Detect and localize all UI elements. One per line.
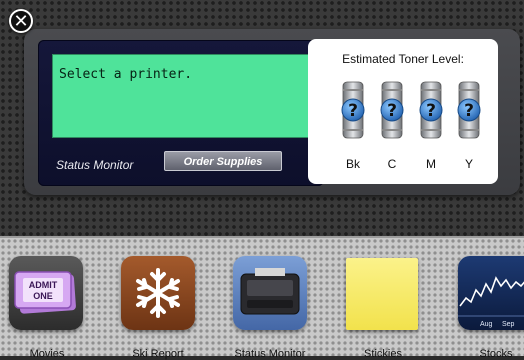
admit-one-ticket-icon: ADMIT ONE <box>9 256 83 330</box>
close-icon[interactable]: ✕ <box>9 9 33 33</box>
stock-chart-icon: Aug Sep <box>458 256 524 330</box>
dock-label: Movies <box>29 348 65 360</box>
toner-cartridge-m-icon: ? <box>419 81 443 139</box>
toner-level-text: ? <box>348 101 358 121</box>
svg-text:Sep: Sep <box>502 321 515 328</box>
widget-dock: ADMIT ONE Movies Ski Report Status Monit… <box>0 236 524 360</box>
toner-cartridge-c-icon: ? <box>380 81 404 139</box>
toner-level-text: ? <box>426 101 436 121</box>
dock-item-status-monitor[interactable]: Status Monitor <box>220 252 320 360</box>
toner-label-bk: Bk <box>345 157 360 171</box>
dock-label: Status Monitor <box>234 348 306 360</box>
snowflake-icon <box>121 256 195 330</box>
printer-status-widget: Select a printer. Status Monitor Order S… <box>24 29 520 195</box>
toner-label-c: C <box>387 157 397 171</box>
dock-label: Stickies <box>364 348 402 360</box>
lcd-display: Select a printer. <box>52 54 310 138</box>
dock-item-stocks[interactable]: Aug Sep Stocks <box>446 252 524 360</box>
toner-cartridge-bk-icon: ? <box>341 81 365 139</box>
sticky-note-icon <box>346 258 418 330</box>
status-monitor-label: Status Monitor <box>56 158 134 172</box>
dock-item-movies[interactable]: ADMIT ONE Movies <box>0 252 97 360</box>
toner-title: Estimated Toner Level: <box>342 52 464 66</box>
svg-text:ONE: ONE <box>33 291 53 301</box>
dock-item-stickies[interactable]: Stickies <box>333 252 433 360</box>
order-supplies-button[interactable]: Order Supplies <box>164 151 282 171</box>
dock-label: Stocks <box>479 348 513 360</box>
toner-label-m: M <box>426 157 436 171</box>
svg-text:ADMIT: ADMIT <box>29 280 58 290</box>
toner-cartridge-y-icon: ? <box>457 81 481 139</box>
lcd-message: Select a printer. <box>59 67 193 82</box>
toner-level-text: ? <box>464 101 474 121</box>
status-panel: Select a printer. Status Monitor Order S… <box>38 40 324 186</box>
dock-label: Ski Report <box>132 348 184 360</box>
svg-text:Aug: Aug <box>480 321 493 328</box>
printer-icon <box>233 256 307 330</box>
toner-label-y: Y <box>464 157 473 171</box>
toner-level-panel: Estimated Toner Level: ? Bk ? C ? M ? Y <box>308 39 498 184</box>
toner-level-text: ? <box>387 101 397 121</box>
dock-item-ski-report[interactable]: Ski Report <box>108 252 208 360</box>
